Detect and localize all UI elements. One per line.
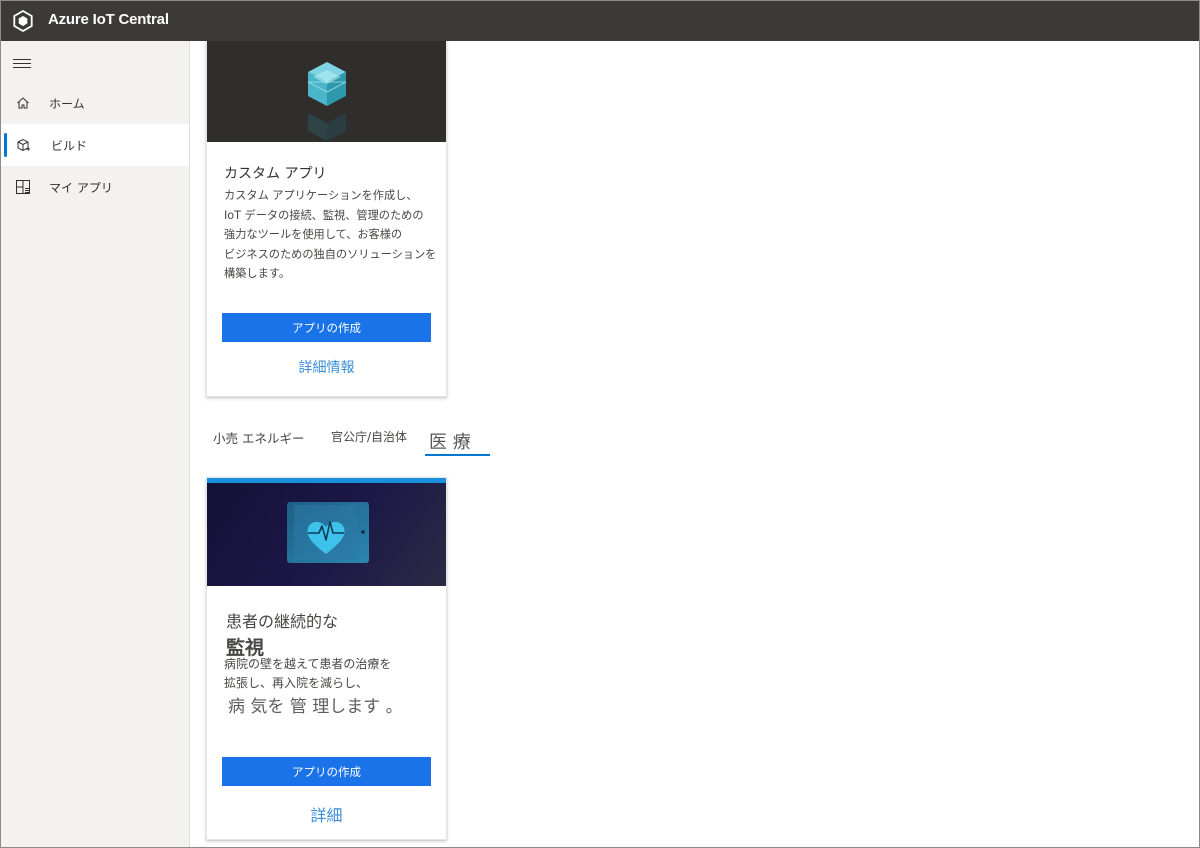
custom-app-hero-image <box>207 41 446 142</box>
app-window: Azure IoT Central ホーム ビルド マイ アプリ カスタム アプ… <box>0 0 1200 848</box>
tab-retail-energy[interactable]: 小売 エネルギー <box>213 428 304 447</box>
healthcare-hero-image <box>207 478 446 586</box>
tab-healthcare[interactable]: 医 療 <box>429 428 471 454</box>
healthcare-description-line: 拡張し、再入院を減らし、 <box>224 676 369 690</box>
custom-app-description-line: ビジネスのための独自のソリューションを <box>224 247 437 261</box>
custom-app-description-line: 構築します。 <box>224 267 291 280</box>
healthcare-create-button[interactable]: アプリの作成 <box>222 757 431 786</box>
home-icon <box>17 97 29 109</box>
custom-app-description: カスタム アプリケーションを作成し、 IoT データの接続、監視、管理のための … <box>224 186 436 284</box>
build-cube-icon <box>17 138 30 152</box>
healthcare-learn-more-link[interactable]: 詳細 <box>207 802 446 826</box>
tab-government[interactable]: 官公庁/自治体 <box>331 428 407 445</box>
custom-app-description-line: 強力なツールを使用して、お客様の <box>224 228 403 241</box>
left-nav: ホーム ビルド マイ アプリ <box>1 41 190 847</box>
nav-item-my-apps-label: マイ アプリ <box>49 181 113 195</box>
nav-item-build-label: ビルド <box>51 139 88 153</box>
custom-app-cube-icon <box>307 62 347 141</box>
nav-item-home[interactable]: ホーム <box>1 82 189 124</box>
my-apps-grid-icon <box>16 180 30 194</box>
custom-app-learn-more-link[interactable]: 詳細情報 <box>207 357 446 377</box>
nav-item-build[interactable]: ビルド <box>1 124 189 166</box>
tablet-heart-icon <box>287 502 369 563</box>
custom-app-description-line: IoT データの接続、監視、管理のための <box>224 208 424 222</box>
healthcare-card-description: 病院の壁を越えて患者の治療を 拡張し、再入院を減らし、 <box>224 655 391 693</box>
healthcare-card-title-line1: 患者の継続的な <box>226 612 339 631</box>
nav-item-my-apps[interactable]: マイ アプリ <box>1 166 189 208</box>
app-title[interactable]: Azure IoT Central <box>48 11 169 28</box>
custom-app-description-line: カスタム アプリケーションを作成し、 <box>224 189 418 202</box>
main-content: カスタム アプリ カスタム アプリケーションを作成し、 IoT データの接続、監… <box>190 41 1199 847</box>
custom-app-title: カスタム アプリ <box>224 166 327 182</box>
active-tab-indicator <box>425 454 490 456</box>
healthcare-description-line-large: 病 気を 管 理します 。 <box>228 697 403 717</box>
healthcare-description-line: 病院の壁を越えて患者の治療を <box>224 657 392 671</box>
hamburger-menu-icon[interactable] <box>13 56 31 70</box>
nav-item-home-label: ホーム <box>49 97 85 111</box>
continuous-patient-monitoring-card: 患者の継続的な 監視 病院の壁を越えて患者の治療を 拡張し、再入院を減らし、 病… <box>206 477 447 840</box>
custom-app-card: カスタム アプリ カスタム アプリケーションを作成し、 IoT データの接続、監… <box>206 41 447 397</box>
iot-central-logo-icon <box>13 9 33 33</box>
top-bar: Azure IoT Central <box>1 1 1199 41</box>
custom-app-create-button[interactable]: アプリの作成 <box>222 313 431 342</box>
